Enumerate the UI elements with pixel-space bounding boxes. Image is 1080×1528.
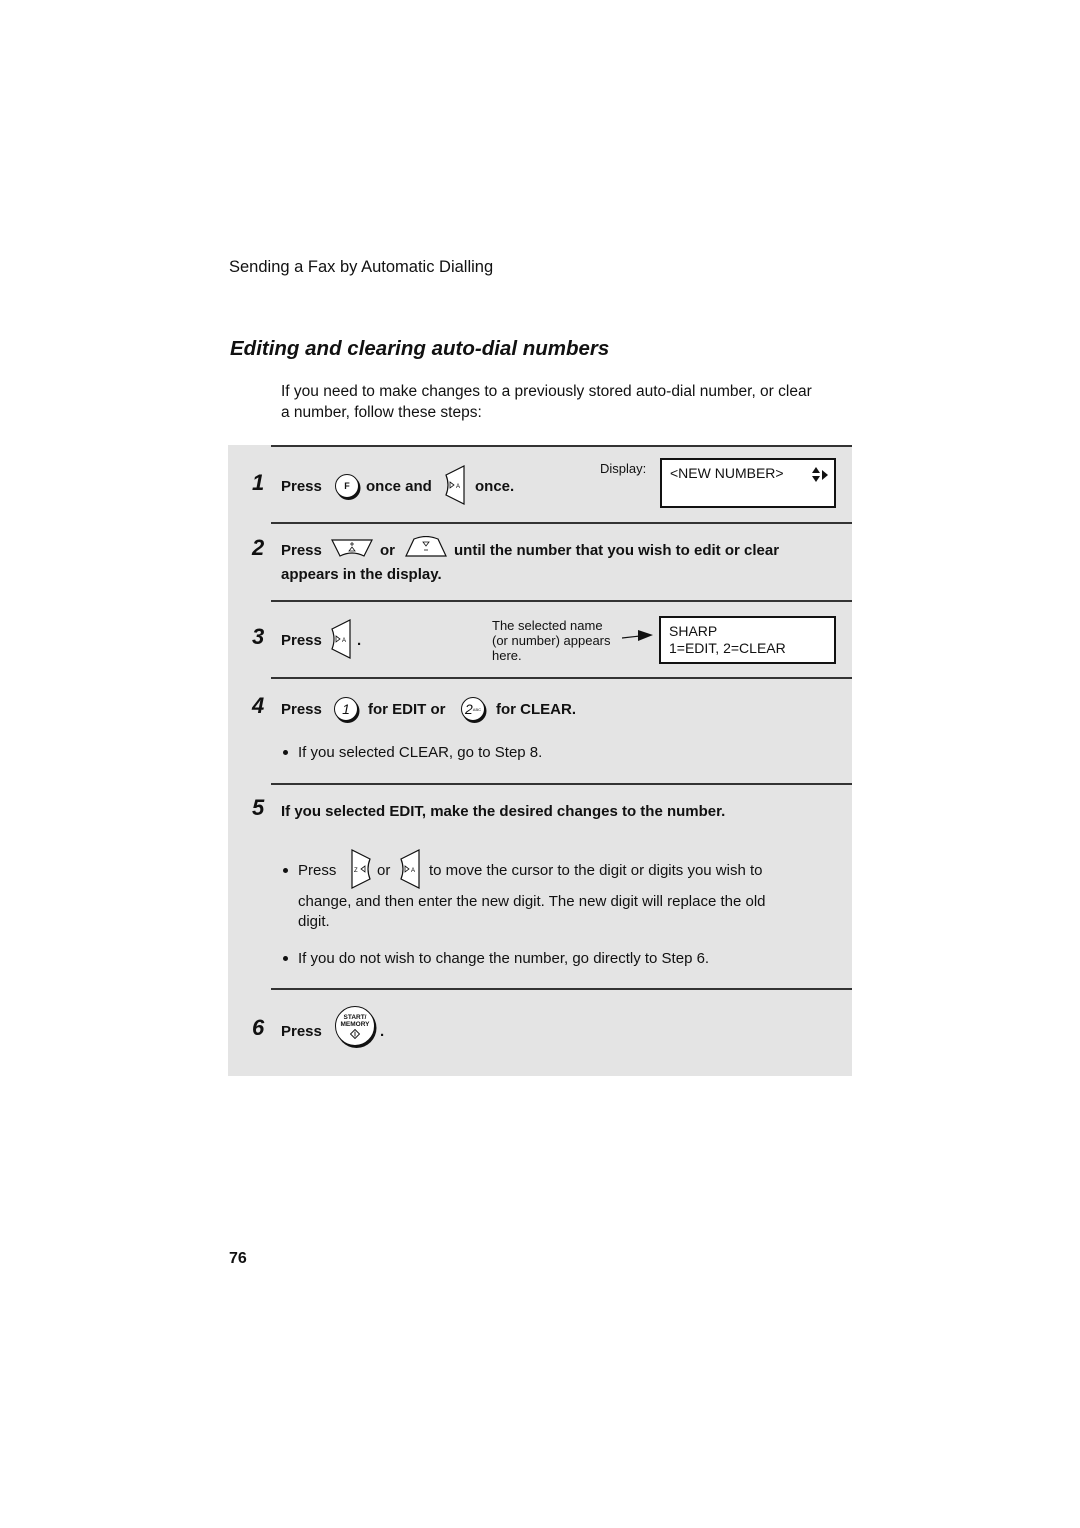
bullet xyxy=(283,868,288,873)
callout-arrow-icon xyxy=(622,630,653,641)
function-key-icon: F xyxy=(335,474,359,498)
step-text-end: . xyxy=(357,632,362,649)
step-text-rest-2: appears in the display. xyxy=(281,566,442,583)
step-number: 1 xyxy=(252,470,265,495)
up-arrow-key-icon xyxy=(331,539,373,557)
divider xyxy=(271,600,852,602)
bullet-text-or: or xyxy=(377,862,391,879)
lcd-line-2: 1=EDIT, 2=CLEAR xyxy=(669,640,786,656)
step-text-mid: once and xyxy=(366,478,432,495)
lcd-line-1: <NEW NUMBER> xyxy=(670,465,784,481)
digit-1-key-icon: 1 xyxy=(334,697,358,721)
divider xyxy=(271,677,852,679)
intro-line-1: If you need to make changes to a previou… xyxy=(281,383,812,400)
step-text-rest-1: until the number that you wish to edit o… xyxy=(454,542,780,559)
callout-line-1: The selected name xyxy=(492,618,603,633)
lcd-line-1: SHARP xyxy=(669,623,718,639)
step-number: 3 xyxy=(252,624,265,649)
callout-line-3: here. xyxy=(492,648,522,663)
bullet-text-line-3: digit. xyxy=(298,913,330,930)
step-text-end: . xyxy=(380,1023,385,1040)
running-head: Sending a Fax by Automatic Dialling xyxy=(229,258,494,276)
key-label: 1 xyxy=(342,701,350,717)
step-number: 2 xyxy=(252,535,265,560)
step-number: 6 xyxy=(252,1015,265,1040)
digit-2-key-icon: 2 ABC xyxy=(461,697,485,721)
step-text-end: for CLEAR. xyxy=(496,701,576,718)
left-arrow-key-icon: Z xyxy=(351,849,371,889)
page-number: 76 xyxy=(229,1250,247,1267)
svg-text:A: A xyxy=(342,638,346,644)
step-number: 4 xyxy=(252,693,265,718)
step-text-or: or xyxy=(380,542,395,559)
step-text-press: Press xyxy=(281,632,322,649)
display-label: Display: xyxy=(600,461,647,476)
section-title: Editing and clearing auto-dial numbers xyxy=(230,337,610,360)
lcd-display: SHARP 1=EDIT, 2=CLEAR xyxy=(659,616,836,664)
up-down-right-arrows-icon xyxy=(812,467,828,482)
step-number: 5 xyxy=(252,795,265,820)
divider xyxy=(271,445,852,447)
divider xyxy=(271,783,852,785)
step-text-press: Press xyxy=(281,542,322,559)
intro-paragraph: If you need to make changes to a previou… xyxy=(281,381,851,423)
intro-line-2: a number, follow these steps: xyxy=(281,404,482,421)
step-text-press: Press xyxy=(281,478,322,495)
callout-line-2: (or number) appears xyxy=(492,633,611,648)
divider xyxy=(271,522,852,524)
step-text-press: Press xyxy=(281,701,322,718)
key-label-line-2: MEMORY xyxy=(340,1020,370,1028)
key-label: F xyxy=(344,481,350,491)
bullet xyxy=(283,750,288,755)
key-label: 2 xyxy=(464,701,473,717)
svg-text:A: A xyxy=(411,868,415,874)
start-memory-key-icon: START/ MEMORY xyxy=(335,1006,375,1046)
step-text-press: Press xyxy=(281,1023,322,1040)
step-text-mid: for EDIT or xyxy=(368,701,446,718)
bullet-text-press: Press xyxy=(298,862,337,879)
down-arrow-key-icon xyxy=(405,536,447,557)
svg-text:Z: Z xyxy=(354,868,358,874)
bullet-text-rest: to move the cursor to the digit or digit… xyxy=(429,862,763,879)
right-arrow-key-icon: A xyxy=(445,465,465,505)
key-label-line-1: START/ xyxy=(343,1013,367,1021)
right-arrow-key-icon: A xyxy=(331,619,351,659)
bullet-text: If you selected CLEAR, go to Step 8. xyxy=(298,744,543,761)
start-diamond-icon xyxy=(350,1028,360,1039)
step-heading: If you selected EDIT, make the desired c… xyxy=(281,803,726,820)
svg-text:A: A xyxy=(456,484,460,490)
bullet-text: If you do not wish to change the number,… xyxy=(298,950,710,967)
bullet xyxy=(283,956,288,961)
divider xyxy=(271,988,852,990)
step-text-end: once. xyxy=(475,478,515,495)
lcd-display: <NEW NUMBER> xyxy=(660,458,836,508)
bullet-text-line-2: change, and then enter the new digit. Th… xyxy=(298,893,766,910)
key-sublabel: ABC xyxy=(472,706,482,712)
right-arrow-key-icon: A xyxy=(400,849,420,889)
